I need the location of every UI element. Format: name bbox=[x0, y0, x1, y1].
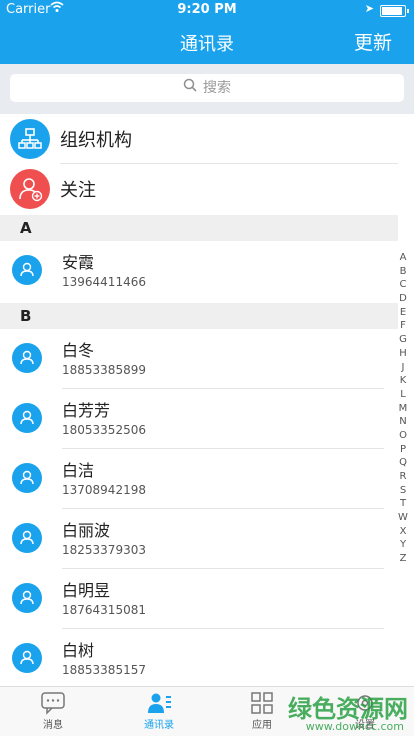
avatar-icon bbox=[12, 255, 42, 285]
contact-phone: 18764315081 bbox=[62, 603, 146, 617]
index-letter[interactable]: P bbox=[396, 443, 410, 457]
contact-row[interactable]: 白丽波 18253379303 bbox=[0, 509, 414, 569]
search-icon bbox=[183, 74, 197, 102]
org-chart-icon bbox=[10, 119, 50, 159]
contact-name: 白洁 bbox=[62, 461, 95, 480]
index-letter[interactable]: Z bbox=[396, 552, 410, 566]
index-letter[interactable]: G bbox=[396, 333, 410, 347]
nav-bar: 通讯录 更新 bbox=[0, 20, 414, 64]
index-letter[interactable]: E bbox=[396, 306, 410, 320]
contact-row[interactable]: 白树 18853385157 bbox=[0, 629, 414, 689]
index-letter[interactable]: M bbox=[396, 402, 410, 416]
section-letter: A bbox=[20, 219, 32, 237]
index-letter[interactable]: K bbox=[396, 374, 410, 388]
avatar-icon bbox=[12, 343, 42, 373]
contact-row[interactable]: 白冬 18853385899 bbox=[0, 329, 414, 389]
avatar-icon bbox=[12, 523, 42, 553]
battery-icon bbox=[380, 5, 409, 17]
contact-phone: 13964411466 bbox=[62, 275, 146, 289]
index-letter[interactable]: R bbox=[396, 470, 410, 484]
search-placeholder: 搜索 bbox=[203, 80, 231, 96]
contact-row[interactable]: 白芳芳 18053352506 bbox=[0, 389, 414, 449]
status-bar: Carrier 9:20 PM ➤ bbox=[0, 0, 414, 20]
contact-name: 安霞 bbox=[62, 253, 95, 272]
search-area: 搜索 bbox=[0, 64, 414, 114]
contact-name: 白树 bbox=[62, 641, 95, 660]
section-header-a: A bbox=[0, 215, 398, 241]
org-structure-item[interactable]: 组织机构 bbox=[0, 114, 414, 164]
index-letter[interactable]: N bbox=[396, 415, 410, 429]
index-letter[interactable]: W bbox=[396, 511, 410, 525]
index-letter[interactable]: S bbox=[396, 484, 410, 498]
refresh-button[interactable]: 更新 bbox=[354, 28, 392, 55]
index-letter[interactable]: O bbox=[396, 429, 410, 443]
index-letter[interactable]: F bbox=[396, 319, 410, 333]
tab-contacts[interactable]: 通讯录 bbox=[119, 691, 199, 731]
avatar-icon bbox=[12, 583, 42, 613]
avatar-icon bbox=[12, 643, 42, 673]
section-header-b: B bbox=[0, 303, 398, 329]
contact-row[interactable]: 安霞 13964411466 bbox=[0, 241, 414, 301]
contact-phone: 18853385157 bbox=[62, 663, 146, 677]
contact-phone: 18053352506 bbox=[62, 423, 146, 437]
tab-label: 通讯录 bbox=[144, 720, 174, 731]
index-letter[interactable]: D bbox=[396, 292, 410, 306]
alphabet-index[interactable]: ABCDEFGHJKLMNOPQRSTWXYZ bbox=[396, 251, 410, 566]
contact-name: 白丽波 bbox=[62, 521, 111, 540]
section-letter: B bbox=[20, 307, 32, 325]
contact-phone: 18853385899 bbox=[62, 363, 146, 377]
index-letter[interactable]: Q bbox=[396, 456, 410, 470]
follow-label: 关注 bbox=[60, 180, 96, 201]
contact-name: 白冬 bbox=[62, 341, 95, 360]
contact-phone: 18253379303 bbox=[62, 543, 146, 557]
page-title: 通讯录 bbox=[180, 34, 234, 55]
index-letter[interactable]: L bbox=[396, 388, 410, 402]
index-letter[interactable]: B bbox=[396, 265, 410, 279]
tab-label: 消息 bbox=[43, 720, 63, 731]
watermark-logo: 绿色资源网 bbox=[288, 695, 408, 723]
contacts-icon bbox=[119, 691, 199, 715]
avatar-icon bbox=[12, 403, 42, 433]
contact-name: 白明昱 bbox=[62, 581, 111, 600]
contact-row[interactable]: 白洁 13708942198 bbox=[0, 449, 414, 509]
index-letter[interactable]: A bbox=[396, 251, 410, 265]
avatar-icon bbox=[12, 463, 42, 493]
search-input[interactable]: 搜索 bbox=[10, 74, 404, 102]
contact-row[interactable]: 白明昱 18764315081 bbox=[0, 569, 414, 629]
index-letter[interactable]: Y bbox=[396, 538, 410, 552]
status-time: 9:20 PM bbox=[177, 2, 237, 17]
index-letter[interactable]: H bbox=[396, 347, 410, 361]
index-letter[interactable]: J bbox=[396, 361, 410, 375]
tab-messages[interactable]: 消息 bbox=[13, 691, 93, 731]
contact-name: 白芳芳 bbox=[62, 401, 111, 420]
org-structure-label: 组织机构 bbox=[60, 130, 132, 151]
location-arrow-icon: ➤ bbox=[364, 2, 374, 15]
follow-user-icon bbox=[10, 169, 50, 209]
tab-label: 应用 bbox=[252, 720, 272, 731]
watermark-url: www.downcc.com bbox=[305, 720, 404, 733]
index-letter[interactable]: T bbox=[396, 497, 410, 511]
message-icon bbox=[13, 691, 93, 715]
follow-item[interactable]: 关注 bbox=[0, 164, 414, 214]
index-letter[interactable]: C bbox=[396, 278, 410, 292]
index-letter[interactable]: X bbox=[396, 525, 410, 539]
contact-phone: 13708942198 bbox=[62, 483, 146, 497]
